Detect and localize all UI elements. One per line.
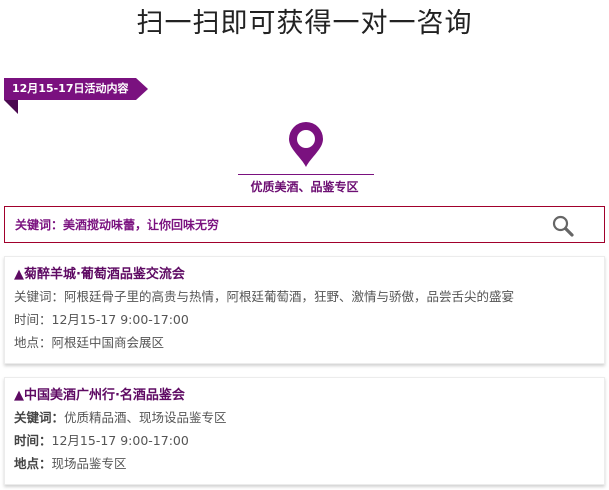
event-title[interactable]: ▲中国美酒广州行·名酒品鉴会	[14, 386, 185, 406]
map-pin-icon	[287, 122, 325, 168]
category-divider	[238, 174, 374, 175]
event-keywords: 关键词：优质精品酒、现场设品鉴专区	[14, 409, 227, 427]
keywords-value: 阿根廷骨子里的高贵与热情，阿根廷葡萄酒，狂野、激情与骄傲，品尝舌尖的盛宴	[64, 289, 515, 304]
keywords-label: 关键词：	[14, 289, 65, 304]
place-label: 地点：	[14, 335, 52, 350]
ribbon-fold	[4, 100, 18, 114]
category-label[interactable]: 优质美酒、品鉴专区	[0, 178, 609, 196]
search-keyword-text: 关键词：美酒搅动味蕾，让你回味无穷	[15, 218, 220, 232]
time-label: 时间：	[14, 433, 52, 448]
keywords-value: 优质精品酒、现场设品鉴专区	[64, 410, 227, 425]
keywords-label: 关键词：	[14, 410, 65, 425]
event-time: 时间：12月15-17 9:00-17:00	[14, 432, 189, 450]
event-card[interactable]: ▲菊醉羊城·葡萄酒品鉴交流会 关键词：阿根廷骨子里的高贵与热情，阿根廷葡萄酒，狂…	[4, 256, 605, 364]
date-ribbon: 12月15-17日活动内容	[4, 78, 148, 114]
time-value: 12月15-17 9:00-17:00	[51, 433, 189, 448]
place-value: 现场品鉴专区	[51, 456, 127, 471]
event-place: 地点：现场品鉴专区	[14, 455, 127, 473]
event-card[interactable]: ▲中国美酒广州行·名酒品鉴会 关键词：优质精品酒、现场设品鉴专区 时间：12月1…	[4, 377, 605, 485]
keyword-search-bar[interactable]: 关键词：美酒搅动味蕾，让你回味无穷	[4, 206, 605, 243]
date-ribbon-label: 12月15-17日活动内容	[4, 78, 136, 100]
ribbon-arrow-tip	[136, 78, 148, 100]
place-value: 阿根廷中国商会展区	[51, 335, 165, 350]
event-keywords: 关键词：阿根廷骨子里的高贵与热情，阿根廷葡萄酒，狂野、激情与骄傲，品尝舌尖的盛宴	[14, 288, 514, 306]
place-label: 地点：	[14, 456, 52, 471]
event-title[interactable]: ▲菊醉羊城·葡萄酒品鉴交流会	[14, 265, 185, 285]
magnifier-icon[interactable]	[552, 215, 574, 237]
page-title: 扫一扫即可获得一对一咨询	[136, 8, 473, 39]
time-value: 12月15-17 9:00-17:00	[51, 312, 189, 327]
event-place: 地点：阿根廷中国商会展区	[14, 334, 164, 352]
time-label: 时间：	[14, 312, 52, 327]
event-time: 时间：12月15-17 9:00-17:00	[14, 311, 189, 329]
